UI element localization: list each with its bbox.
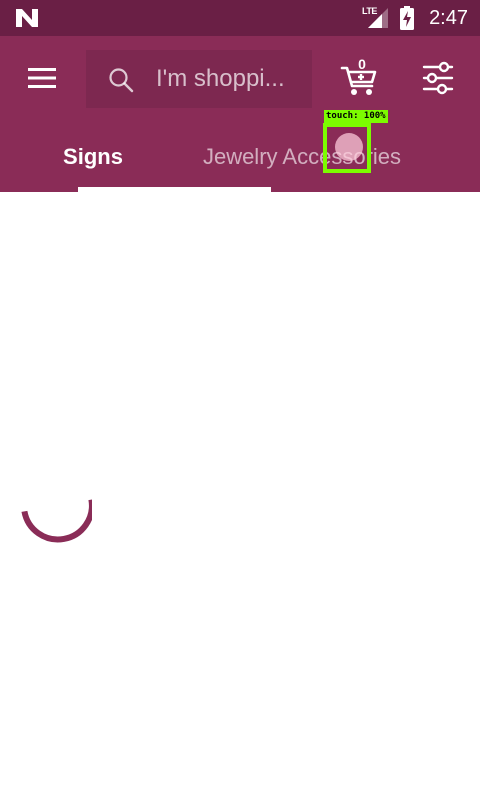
loading-spinner (21, 499, 92, 543)
touch-dot (335, 133, 363, 161)
sliders-filter-icon (422, 61, 454, 95)
touch-indicator: touch: 100% (322, 110, 392, 174)
battery-charging-icon (400, 6, 414, 30)
search-bar[interactable] (86, 50, 312, 108)
app-bar: 0 Signs Jewelry Accessories (0, 36, 480, 192)
status-bar: LTE 2:47 (0, 0, 480, 36)
menu-button[interactable] (22, 58, 62, 98)
tab-signs[interactable]: Signs (0, 132, 186, 192)
hamburger-menu-icon (28, 68, 56, 88)
cart-button[interactable]: 0 (340, 56, 384, 100)
shopping-cart-icon (340, 66, 377, 95)
filter-button[interactable] (418, 58, 458, 98)
signal-icon (368, 8, 388, 28)
search-icon (109, 68, 134, 93)
touch-label: touch: 100% (324, 110, 388, 123)
n-logo-icon (16, 9, 38, 27)
clock: 2:47 (429, 7, 468, 29)
search-input[interactable] (156, 60, 306, 98)
